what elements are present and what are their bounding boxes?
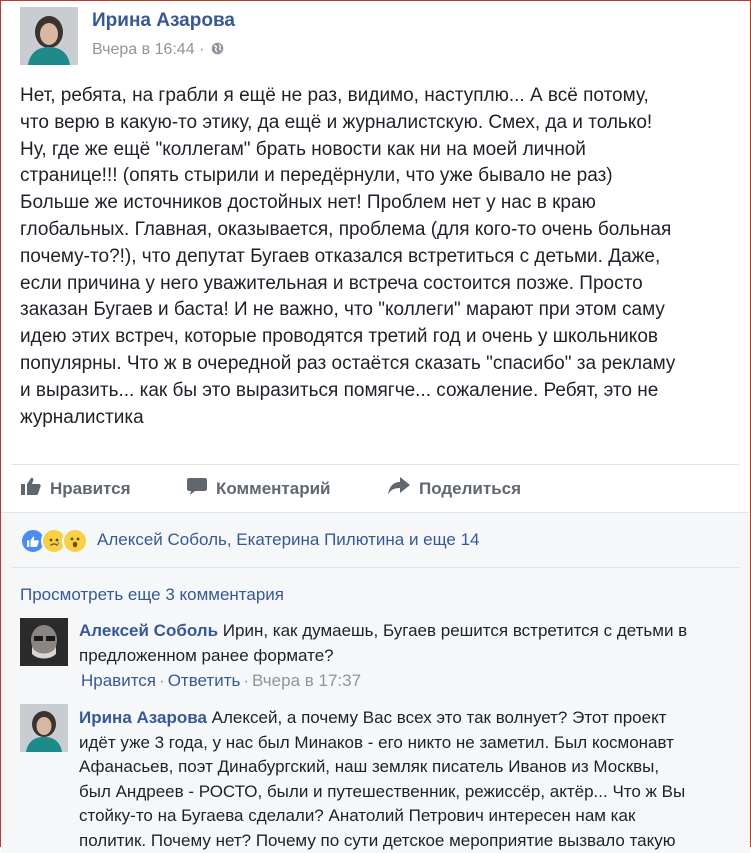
- post-text-line: Нет, ребята, на грабли я ещё не раз, вид…: [20, 83, 748, 110]
- post-text-line: Больше же источников достойных нет! Проб…: [20, 190, 748, 217]
- post-text-line: заказан Бугаев и баста! И не важно, что …: [20, 297, 748, 324]
- reactors-text[interactable]: Алексей Соболь, Екатерина Пилютина и еще…: [97, 530, 480, 550]
- post-text-line: Ну, где же ещё "коллегам" брать новости …: [20, 137, 748, 164]
- share-label: Поделиться: [419, 479, 521, 499]
- comment-text-line: Алексей, а почему Вас всех это так волну…: [212, 708, 667, 727]
- comment-text-line: был Андреев - РОСТО, были и путешественн…: [79, 780, 739, 805]
- like-label: Нравится: [50, 479, 131, 499]
- comment-actions: Нравится·Ответить·Вчера в 17:37: [81, 671, 361, 691]
- comment-icon: [187, 477, 207, 500]
- comment-body: Алексей Соболь Ирин, как думаешь, Бугаев…: [79, 619, 739, 668]
- divider: [11, 567, 740, 568]
- wow-reaction-icon: [62, 528, 88, 554]
- commenter-avatar[interactable]: [20, 704, 68, 752]
- like-button[interactable]: Нравится: [21, 477, 131, 500]
- comment-author[interactable]: Алексей Соболь: [79, 621, 218, 640]
- post-author[interactable]: Ирина Азарова: [92, 10, 235, 32]
- comment-text-line: идёт уже 3 года, у нас был Минаков - его…: [79, 731, 739, 756]
- comment-button[interactable]: Комментарий: [187, 477, 330, 500]
- comment-reply-link[interactable]: Ответить: [168, 671, 241, 690]
- commenter-avatar[interactable]: [20, 618, 68, 666]
- post-text-line: журналистика: [20, 405, 748, 432]
- comment-author[interactable]: Ирина Азарова: [79, 708, 207, 727]
- comment-time[interactable]: Вчера в 17:37: [252, 671, 361, 690]
- comment-text-line: Афанасьев, поэт Динабургский, наш земляк…: [79, 755, 739, 780]
- reaction-icons[interactable]: [20, 528, 83, 554]
- comment-text-line: стойку-то на Бугаева сделали? Анатолий П…: [79, 804, 739, 829]
- thumbs-up-icon: [21, 477, 41, 500]
- comment-text-line: предложенном ранее формате?: [79, 644, 739, 669]
- comment-label: Комментарий: [216, 479, 330, 499]
- author-avatar[interactable]: [20, 7, 78, 65]
- comment-text-line: Ирин, как думаешь, Бугаев решится встрет…: [223, 621, 687, 640]
- post-text: Нет, ребята, на грабли я ещё не раз, вид…: [20, 83, 748, 431]
- comment-body: Ирина Азарова Алексей, а почему Вас всех…: [79, 706, 739, 853]
- post-text-line: что верю в какую-то этику, да ещё и журн…: [20, 110, 748, 137]
- post-meta: Вчера в 16:44 ·: [92, 41, 224, 59]
- post-text-line: глобальных. Главная, оказывается, пробле…: [20, 217, 748, 244]
- post-text-line: странице!!! (опять стырили и передёрнули…: [20, 163, 748, 190]
- comment-text-line: политик. Почему нет? Почему по сути детс…: [79, 829, 739, 853]
- share-icon: [388, 477, 410, 500]
- post-time[interactable]: Вчера в 16:44: [92, 41, 195, 58]
- post-text-line: если причина у него уважительная и встре…: [20, 271, 748, 298]
- divider: [11, 464, 740, 465]
- comment-like-link[interactable]: Нравится: [81, 671, 156, 690]
- post-text-line: и выразить... как бы это выразиться помя…: [20, 378, 748, 405]
- view-more-comments-link[interactable]: Просмотреть еще 3 комментария: [20, 585, 284, 605]
- post-text-line: почему-то?!), что депутат Бугаев отказал…: [20, 244, 748, 271]
- share-button[interactable]: Поделиться: [388, 477, 521, 500]
- post-text-line: идею этих встреч, которые проводятся тре…: [20, 324, 748, 351]
- post-text-line: популярны. Что ж в очередной раз остаётс…: [20, 351, 748, 378]
- globe-icon[interactable]: [211, 41, 224, 57]
